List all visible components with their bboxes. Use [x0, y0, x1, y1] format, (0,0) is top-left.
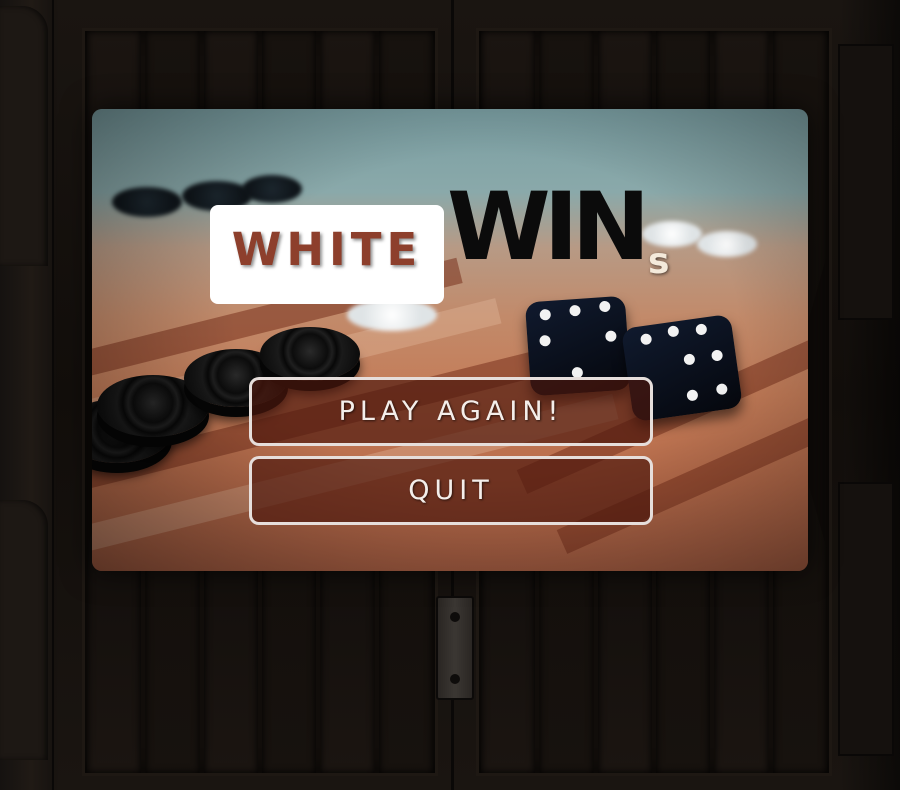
board-hinge-icon — [436, 596, 474, 700]
board-right-tray-bottom — [838, 482, 894, 756]
wins-logo: WIN — [447, 173, 650, 282]
quit-button[interactable]: QUIT — [249, 456, 653, 525]
board-left-rail-notch — [0, 500, 48, 760]
wins-suffix: s — [648, 241, 672, 282]
game-over-dialog: WHITE WIN s PLAY AGAIN! QUIT — [92, 109, 808, 571]
board-right-tray-top — [838, 44, 894, 320]
board-left-rail — [0, 0, 54, 790]
winner-name: WHITE — [231, 223, 423, 276]
play-again-button[interactable]: PLAY AGAIN! — [249, 377, 653, 446]
board-left-rail-notch — [0, 6, 48, 266]
